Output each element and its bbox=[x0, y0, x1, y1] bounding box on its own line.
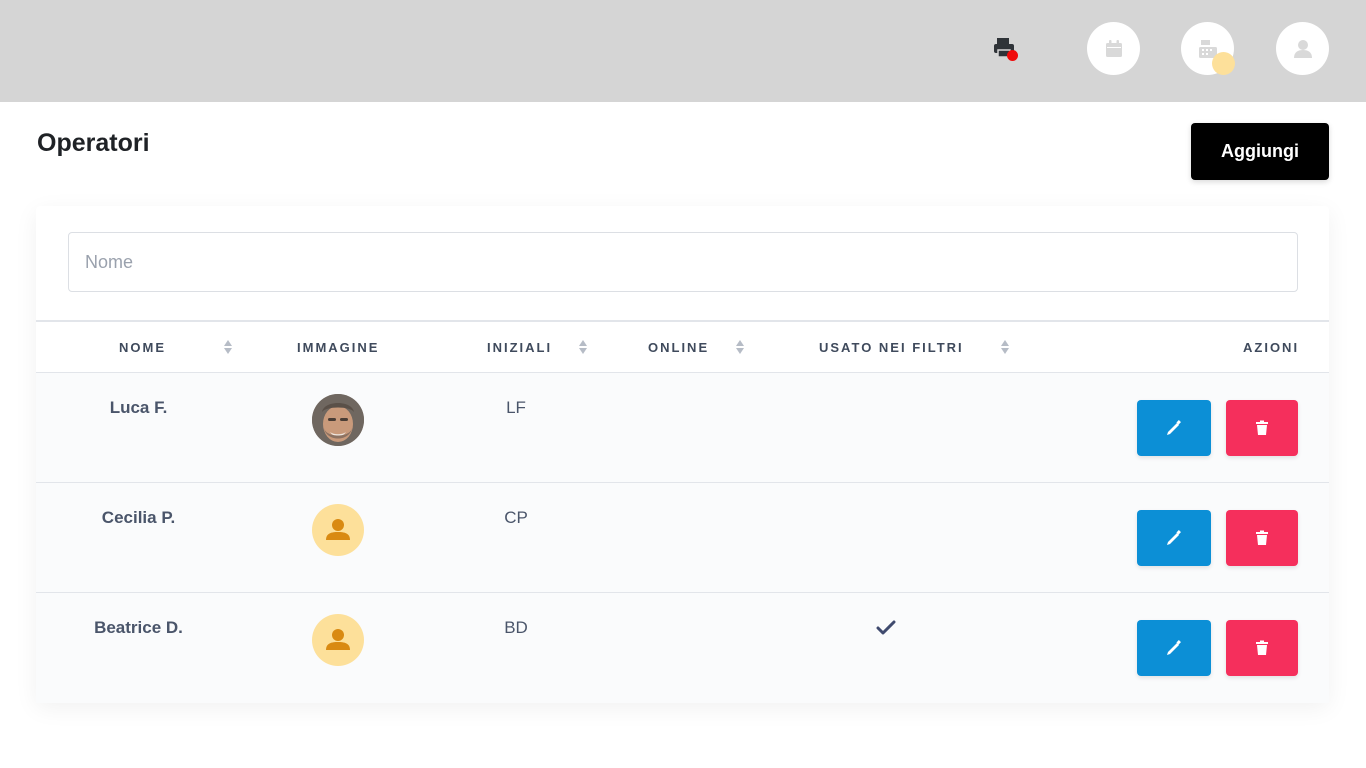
delete-button[interactable] bbox=[1226, 510, 1298, 566]
operator-name: Luca F. bbox=[109, 398, 168, 417]
pencil-icon bbox=[1167, 420, 1181, 435]
trash-icon bbox=[1256, 640, 1268, 655]
table-row: Beatrice D. BD bbox=[36, 593, 1329, 703]
name-search-input[interactable] bbox=[68, 232, 1298, 292]
user-icon bbox=[1293, 39, 1312, 58]
top-bar bbox=[0, 0, 1366, 102]
operator-avatar-placeholder bbox=[312, 504, 364, 556]
table-header: Nome Immagine Iniziali Online Usato nei … bbox=[36, 320, 1329, 373]
operator-name: Beatrice D. bbox=[94, 618, 183, 637]
column-header-iniziali[interactable]: Iniziali bbox=[487, 322, 552, 373]
pencil-icon bbox=[1167, 530, 1181, 545]
column-header-usato-nei-filtri[interactable]: Usato nei filtri bbox=[819, 322, 964, 373]
column-header-azioni: Azioni bbox=[1243, 340, 1300, 355]
operators-card: Nome Immagine Iniziali Online Usato nei … bbox=[36, 206, 1329, 703]
operator-initials: CP bbox=[504, 508, 528, 527]
cash-register-status-dot bbox=[1212, 52, 1235, 75]
trash-icon bbox=[1256, 420, 1268, 435]
operator-photo bbox=[312, 394, 364, 446]
delete-button[interactable] bbox=[1226, 620, 1298, 676]
table-row: Cecilia P. CP bbox=[36, 483, 1329, 593]
table-row: Luca F. LF bbox=[36, 373, 1329, 483]
user-icon bbox=[326, 519, 350, 540]
pencil-icon bbox=[1167, 640, 1181, 655]
edit-button[interactable] bbox=[1137, 400, 1211, 456]
sort-icon-online[interactable] bbox=[735, 340, 745, 356]
operator-initials: BD bbox=[504, 618, 528, 637]
column-header-nome[interactable]: Nome bbox=[119, 322, 166, 373]
operator-initials: LF bbox=[506, 398, 526, 417]
add-button[interactable]: Aggiungi bbox=[1191, 123, 1329, 180]
calendar-button[interactable] bbox=[1087, 22, 1140, 75]
sort-icon-nome[interactable] bbox=[223, 340, 233, 356]
printer-status-dot bbox=[1007, 50, 1018, 61]
edit-button[interactable] bbox=[1137, 510, 1211, 566]
delete-button[interactable] bbox=[1226, 400, 1298, 456]
column-header-online[interactable]: Online bbox=[648, 322, 709, 373]
operator-name: Cecilia P. bbox=[101, 508, 176, 527]
edit-button[interactable] bbox=[1137, 620, 1211, 676]
operator-photo-image bbox=[312, 394, 364, 446]
trash-icon bbox=[1256, 530, 1268, 545]
sort-icon-iniziali[interactable] bbox=[578, 340, 588, 356]
user-icon bbox=[326, 629, 350, 650]
operator-avatar-placeholder bbox=[312, 614, 364, 666]
calendar-icon bbox=[1105, 39, 1122, 57]
check-icon bbox=[876, 620, 896, 635]
sort-icon-usato-nei-filtri[interactable] bbox=[1000, 340, 1010, 356]
user-menu-button[interactable] bbox=[1276, 22, 1329, 75]
column-header-immagine: Immagine bbox=[297, 340, 380, 355]
page-title: Operatori bbox=[37, 129, 150, 157]
